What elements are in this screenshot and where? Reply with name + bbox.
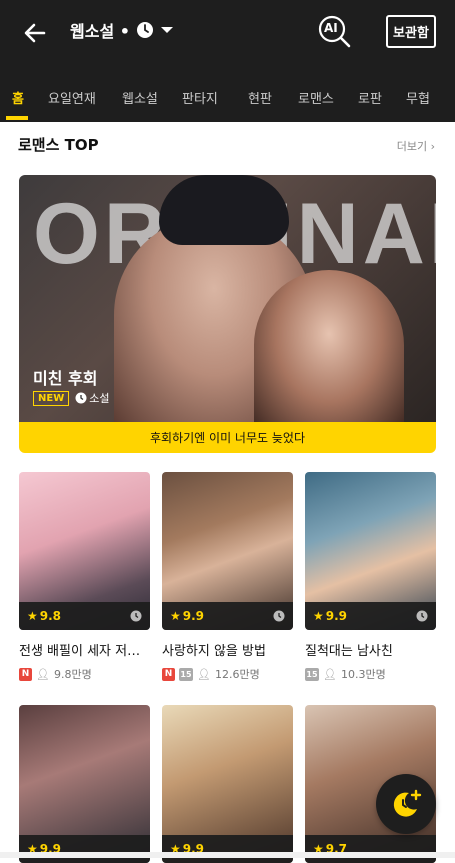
section-title: 로맨스 TOP — [18, 136, 99, 154]
clock-icon — [130, 610, 142, 622]
age-15-badge: 15 — [179, 667, 193, 681]
new-badge: NEW — [33, 390, 70, 406]
tab-martial-arts[interactable]: 무협 — [406, 88, 430, 107]
featured-banner[interactable]: ORIGINAL 미친 후회 NEW 소설 — [19, 175, 436, 422]
tab-fantasy[interactable]: 판타지 — [182, 88, 218, 107]
tab-modern-fantasy[interactable]: 현판 — [248, 88, 272, 107]
reader-count: 9.8만명 — [53, 668, 92, 681]
bottom-edge — [0, 852, 455, 858]
novel-cover: ★ 9.8 — [19, 472, 150, 630]
clock-icon — [416, 610, 428, 622]
rating-value: 9.9 — [325, 609, 348, 623]
rating: ★ 9.8 — [27, 609, 61, 623]
novel-card[interactable]: ★ 9.9 — [19, 705, 150, 863]
novel-card[interactable]: ★ 9.8 전생 배필이 세자 저… N 👤︎ 9.8만명 — [19, 472, 150, 682]
active-tab-indicator — [6, 116, 28, 120]
novel-meta: N 👤︎ 9.8만명 — [19, 666, 92, 682]
rating-bar: ★ 9.8 — [19, 602, 150, 630]
title-dropdown[interactable]: 웹소설 • — [70, 18, 174, 42]
banner-cover-art-second — [254, 270, 404, 422]
clock-icon — [273, 610, 285, 622]
rating-bar: ★ 9.9 — [162, 602, 293, 630]
page-title: 웹소설 • — [70, 22, 130, 41]
novel-cover: ★ 9.9 — [305, 472, 436, 630]
night-mode-fab[interactable] — [376, 774, 436, 834]
person-icon: 👤︎ — [197, 667, 211, 681]
tab-home[interactable]: 홈 — [12, 88, 24, 107]
person-icon: 👤︎ — [323, 667, 337, 681]
back-arrow-icon[interactable] — [18, 16, 52, 50]
genre-tabs: 홈 요일연재 웹소설 판타지 현판 로맨스 로판 무협 — [0, 64, 455, 122]
banner-tagline: 후회하기엔 이미 너무도 늦었다 — [19, 422, 436, 453]
rating: ★ 9.9 — [170, 609, 204, 623]
rating-value: 9.9 — [182, 609, 205, 623]
star-icon: ★ — [313, 609, 324, 623]
library-button[interactable]: 보관함 — [386, 15, 436, 48]
rating-bar: ★ 9.9 — [305, 602, 436, 630]
star-icon: ★ — [27, 609, 38, 623]
novel-card[interactable]: ★ 9.9 — [162, 705, 293, 863]
novel-cover: ★ 9.9 — [19, 705, 150, 863]
novel-card[interactable]: ★ 9.9 질척대는 남사친 15 👤︎ 10.3만명 — [305, 472, 436, 682]
novel-cover: ★ 9.9 — [162, 472, 293, 630]
rating-bar: ★ 9.9 — [19, 835, 150, 863]
rating-bar: ★ 9.9 — [162, 835, 293, 863]
banner-title: 미친 후회 — [33, 369, 98, 388]
tab-webnovel[interactable]: 웹소설 — [122, 88, 158, 107]
moon-plus-icon — [393, 789, 422, 817]
reader-count: 12.6만명 — [214, 668, 260, 681]
rating-bar: ★ 9.7 — [305, 835, 436, 863]
clock-icon — [136, 22, 153, 38]
chevron-right-icon: › — [430, 140, 435, 153]
novel-title: 전생 배필이 세자 저… — [19, 644, 141, 659]
banner-meta: NEW 소설 — [33, 390, 109, 406]
banner-genre: 소설 — [75, 390, 109, 406]
rating-value: 9.8 — [39, 609, 62, 623]
more-link[interactable]: 더보기 › — [397, 138, 435, 154]
tab-romance[interactable]: 로맨스 — [298, 88, 334, 107]
novel-meta: 15 👤︎ 10.3만명 — [305, 666, 386, 682]
tab-romance-fantasy[interactable]: 로판 — [358, 88, 382, 107]
tab-daily[interactable]: 요일연재 — [48, 88, 96, 107]
chevron-down-icon — [160, 27, 173, 33]
ai-label: AI — [324, 21, 338, 35]
person-icon: 👤︎ — [36, 667, 50, 681]
reader-count: 10.3만명 — [340, 668, 386, 681]
novel-title: 질척대는 남사친 — [305, 644, 393, 659]
ai-search-button[interactable]: AI — [316, 14, 354, 50]
star-icon: ★ — [170, 609, 181, 623]
banner-cover-art-hair — [159, 175, 289, 245]
new-badge: N — [19, 667, 32, 681]
age-15-badge: 15 — [305, 667, 319, 681]
more-label: 더보기 — [396, 140, 428, 153]
new-badge: N — [162, 667, 175, 681]
rating: ★ 9.9 — [313, 609, 347, 623]
novel-title: 사랑하지 않을 방법 — [162, 644, 266, 659]
banner-genre-label: 소설 — [89, 392, 110, 405]
novel-cover: ★ 9.9 — [162, 705, 293, 863]
novel-meta: N 15 👤︎ 12.6만명 — [162, 666, 260, 682]
clock-icon — [75, 392, 87, 404]
novel-card[interactable]: ★ 9.9 사랑하지 않을 방법 N 15 👤︎ 12.6만명 — [162, 472, 293, 682]
app-header: 웹소설 • AI 보관함 — [0, 0, 455, 64]
